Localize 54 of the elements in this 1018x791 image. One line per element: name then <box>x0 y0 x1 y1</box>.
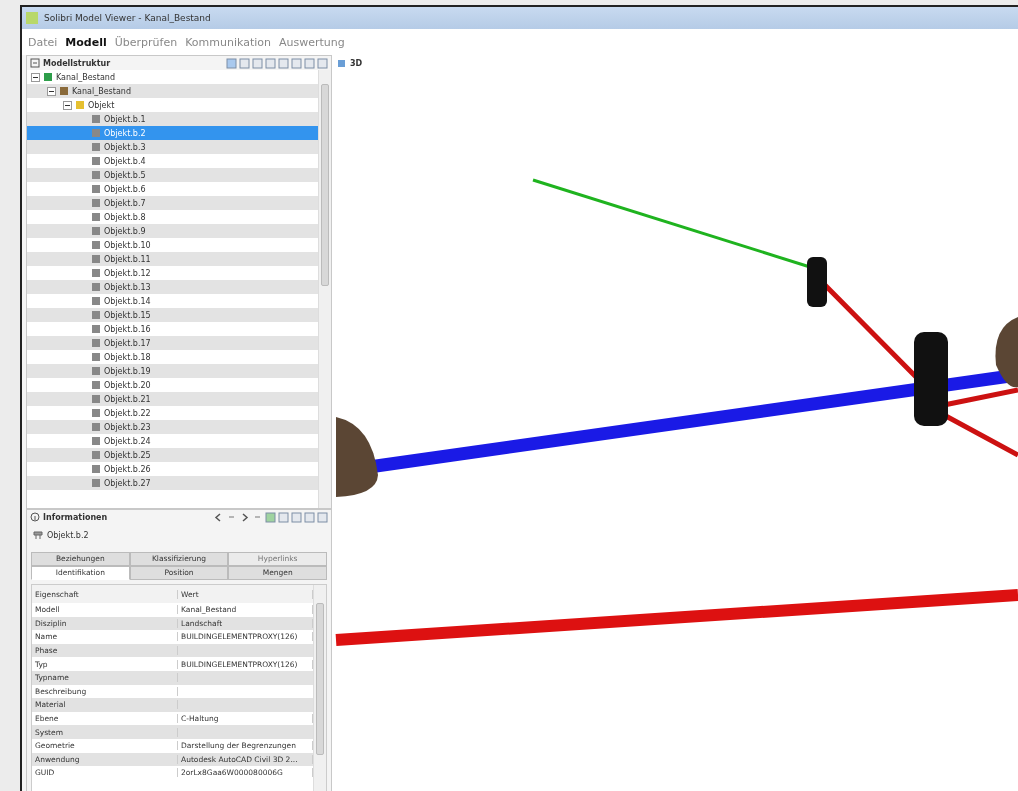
tree-item[interactable]: Kanal_Bestand <box>27 70 318 84</box>
scrollbar[interactable] <box>313 585 326 791</box>
tree-item[interactable]: Objekt.b.25 <box>27 448 318 462</box>
tree-item[interactable]: Kanal_Bestand <box>27 84 318 98</box>
tree-item[interactable]: Objekt <box>27 98 318 112</box>
info-icon <box>30 512 40 522</box>
tree-item[interactable]: Objekt.b.14 <box>27 294 318 308</box>
tree-item[interactable]: Objekt.b.23 <box>27 420 318 434</box>
expander-icon[interactable] <box>31 72 40 82</box>
menu-item[interactable]: Überprüfen <box>114 35 178 49</box>
tree-item[interactable]: Objekt.b.19 <box>27 364 318 378</box>
tree-item[interactable]: Objekt.b.17 <box>27 336 318 350</box>
manhole-shape <box>995 317 1018 388</box>
cube-icon <box>337 58 347 68</box>
tree-item[interactable]: Objekt.b.12 <box>27 266 318 280</box>
tree-item[interactable]: Objekt.b.11 <box>27 252 318 266</box>
app-icon <box>26 12 38 24</box>
menu-item[interactable]: Kommunikation <box>185 35 271 49</box>
tree-item[interactable]: Objekt.b.26 <box>27 462 318 476</box>
tree-item[interactable]: Objekt.b.10 <box>27 238 318 252</box>
panel-title: Informationen <box>43 512 108 522</box>
tree-item[interactable]: Objekt.b.16 <box>27 322 318 336</box>
tree-item[interactable]: Objekt.b.20 <box>27 378 318 392</box>
tree-item[interactable]: Objekt.b.9 <box>27 224 318 238</box>
panel-title: Modellstruktur <box>43 58 111 68</box>
tree-item[interactable]: Objekt.b.8 <box>27 210 318 224</box>
object-name: Objekt.b.2 <box>47 530 89 540</box>
tree-item[interactable]: Objekt.b.5 <box>27 168 318 182</box>
building-icon <box>60 87 68 95</box>
menu-item[interactable]: Auswertung <box>279 35 345 49</box>
menu-item[interactable]: Modell <box>65 35 107 49</box>
tree-item[interactable]: Objekt.b.18 <box>27 350 318 364</box>
shaft-shape <box>807 257 827 307</box>
tree-item[interactable]: Objekt.b.24 <box>27 434 318 448</box>
tree-item[interactable]: Objekt.b.4 <box>27 154 318 168</box>
tree-item[interactable]: Objekt.b.13 <box>27 280 318 294</box>
expander-icon[interactable] <box>47 86 56 96</box>
window-title: Solibri Model Viewer - Kanal_Bestand <box>44 13 211 23</box>
tree-item[interactable]: Objekt.b.1 <box>27 112 318 126</box>
scrollbar[interactable] <box>318 70 331 508</box>
3d-viewport[interactable]: 3D <box>332 55 1018 791</box>
folder-icon <box>76 101 84 109</box>
tree-item[interactable]: Objekt.b.6 <box>27 182 318 196</box>
object-icon <box>33 530 43 540</box>
tree-item[interactable]: Objekt.b.27 <box>27 476 318 490</box>
menu-item[interactable]: Datei <box>28 35 58 49</box>
tree-item[interactable]: Objekt.b.21 <box>27 392 318 406</box>
tree-item[interactable]: Objekt.b.15 <box>27 308 318 322</box>
view-label: 3D <box>350 58 363 68</box>
tree-item[interactable]: Objekt.b.22 <box>27 406 318 420</box>
model-icon <box>44 73 52 81</box>
tree-item[interactable]: Objekt.b.7 <box>27 196 318 210</box>
tree-item[interactable]: Objekt.b.3 <box>27 140 318 154</box>
expander-icon[interactable] <box>63 100 72 110</box>
